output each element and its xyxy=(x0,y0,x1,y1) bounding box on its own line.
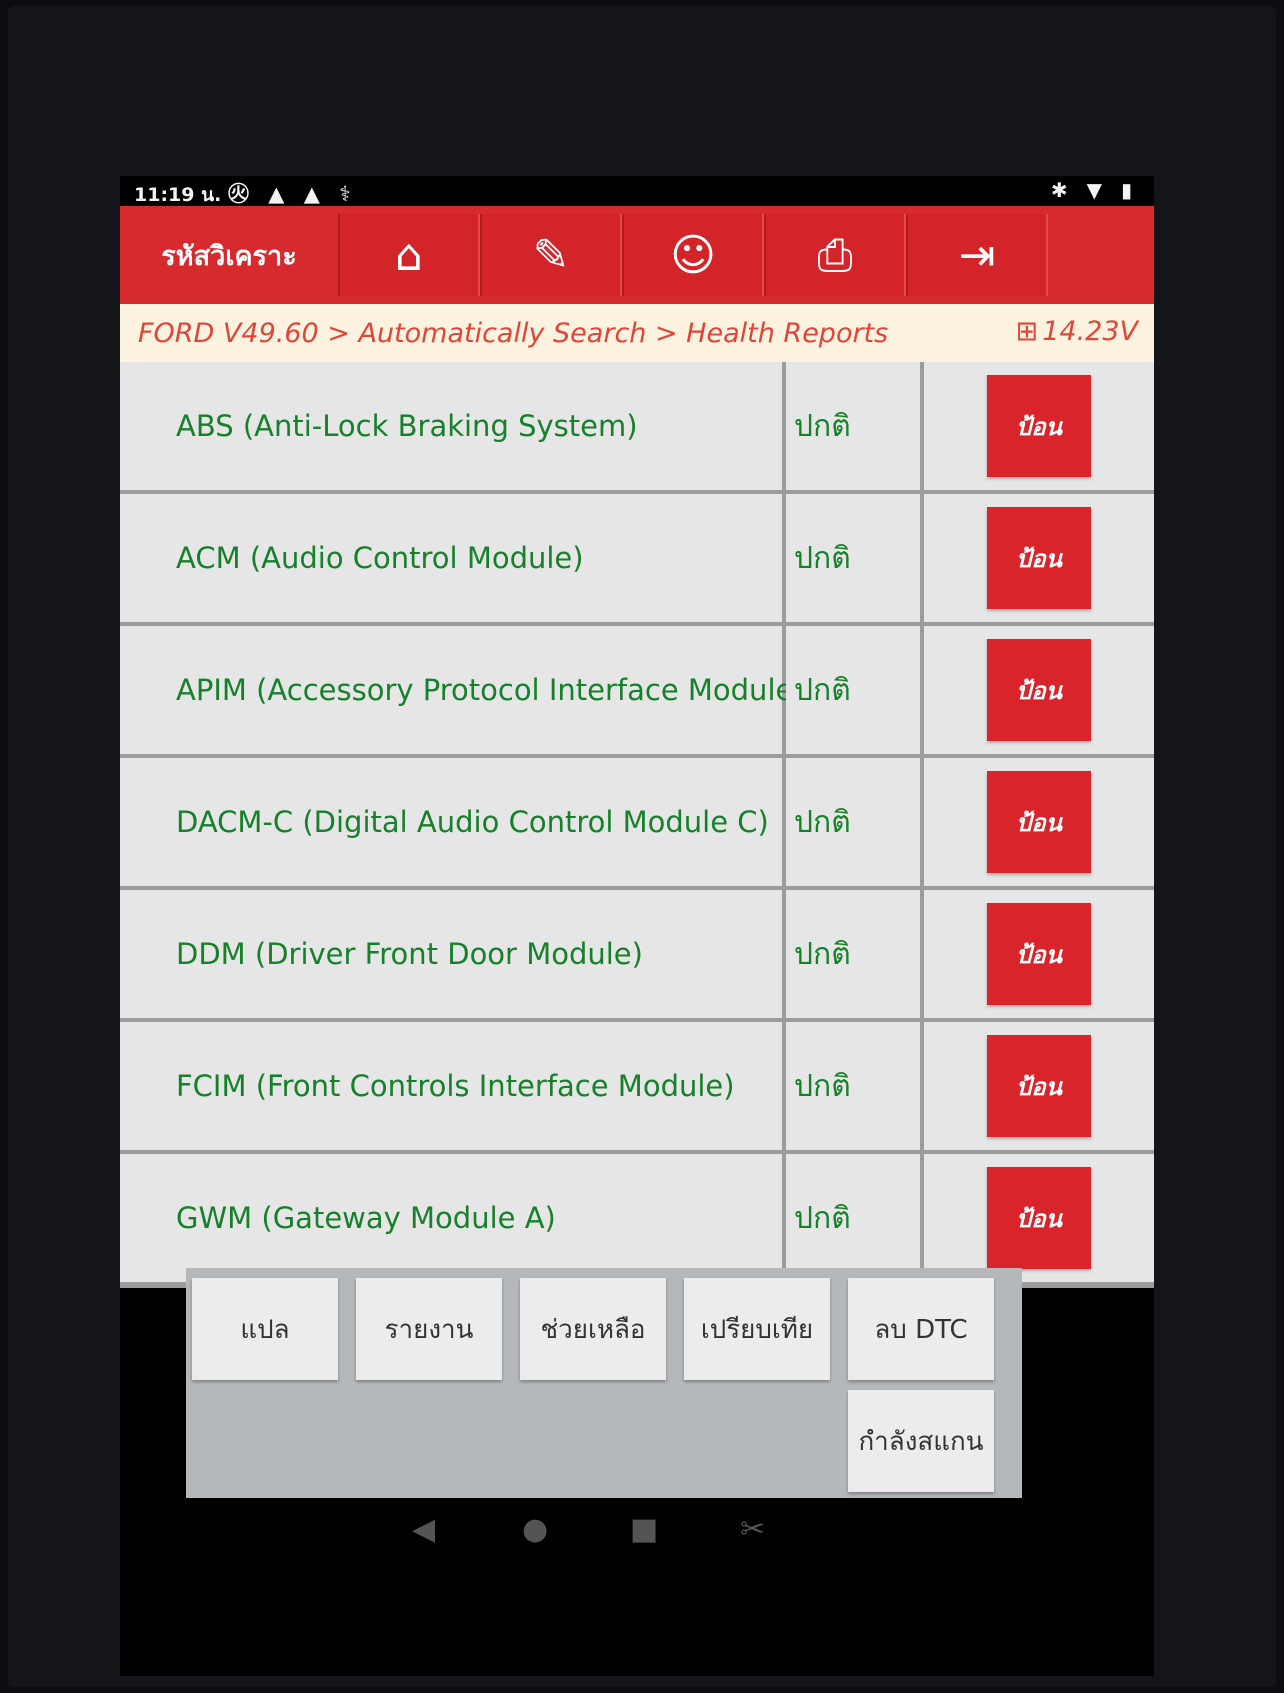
recents-icon[interactable]: ■ xyxy=(630,1512,658,1547)
module-name: ABS (Anti-Lock Braking System) xyxy=(176,409,638,443)
table-row: ACM (Audio Control Module) ปกติ ป้อน xyxy=(120,494,1154,626)
enter-button[interactable]: ป้อน xyxy=(987,1035,1091,1137)
home-button[interactable]: ⌂ xyxy=(338,214,480,296)
module-status: ปกติ xyxy=(794,1200,851,1236)
module-status: ปกติ xyxy=(794,1068,851,1104)
edit-button[interactable]: ✎ xyxy=(480,214,622,296)
tablet-frame: 11:19 น. ㊋ ▲ ▲ ⚕ ✱ ▼ ▮ รหัสวิเคราะ ⌂ ✎ ☺… xyxy=(8,6,1276,1687)
module-name: DDM (Driver Front Door Module) xyxy=(176,937,643,971)
enter-button[interactable]: ป้อน xyxy=(987,639,1091,741)
enter-button[interactable]: ป้อน xyxy=(987,375,1091,477)
breadcrumb-bar: FORD V49.60 > Automatically Search > Hea… xyxy=(120,304,1154,362)
table-row: FCIM (Front Controls Interface Module) ป… xyxy=(120,1022,1154,1154)
translate-button[interactable]: แปล xyxy=(192,1278,338,1380)
exit-button[interactable]: ⇥ xyxy=(906,214,1048,296)
module-name: ACM (Audio Control Module) xyxy=(176,541,584,575)
module-name: APIM (Accessory Protocol Interface Modul… xyxy=(176,673,805,707)
table-row: APIM (Accessory Protocol Interface Modul… xyxy=(120,626,1154,758)
module-status: ปกติ xyxy=(794,936,851,972)
module-status: ปกติ xyxy=(794,672,851,708)
voltage-value: 14.23V xyxy=(1042,316,1138,347)
module-status: ปกติ xyxy=(794,804,851,840)
clear-dtc-button[interactable]: ลบ DTC xyxy=(848,1278,994,1380)
table-row: DACM-C (Digital Audio Control Module C) … xyxy=(120,758,1154,890)
home-icon: ⌂ xyxy=(395,229,423,281)
exit-icon: ⇥ xyxy=(958,229,996,281)
battery-icon: ⊞ xyxy=(1015,316,1039,347)
module-status: ปกติ xyxy=(794,408,851,444)
notification-icons: ㊋ ▲ ▲ ⚕ xyxy=(228,182,357,206)
screenshot-icon[interactable]: ✂ xyxy=(740,1512,765,1547)
android-nav-bar: ◀ ● ■ ✂ xyxy=(120,1498,1154,1568)
module-status: ปกติ xyxy=(794,540,851,576)
report-button[interactable]: รายงาน xyxy=(356,1278,502,1380)
function-panel: แปล รายงาน ช่วยเหลือ เปรียบเทีย ลบ DTC ก… xyxy=(186,1268,1022,1498)
enter-button[interactable]: ป้อน xyxy=(987,903,1091,1005)
enter-button[interactable]: ป้อน xyxy=(987,771,1091,873)
edit-icon: ✎ xyxy=(532,229,570,281)
module-list: ABS (Anti-Lock Braking System) ปกติ ป้อน… xyxy=(120,362,1154,1288)
scanning-button[interactable]: กำลังสแกน xyxy=(848,1390,994,1492)
table-row: DDM (Driver Front Door Module) ปกติ ป้อน xyxy=(120,890,1154,1022)
enter-button[interactable]: ป้อน xyxy=(987,507,1091,609)
system-icons: ✱ ▼ ▮ xyxy=(1050,178,1138,202)
app-header: รหัสวิเคราะ ⌂ ✎ ☺ ⎙ ⇥ xyxy=(120,206,1154,304)
print-icon: ⎙ xyxy=(817,229,853,281)
back-icon[interactable]: ◀ xyxy=(412,1512,435,1547)
enter-button[interactable]: ป้อน xyxy=(987,1167,1091,1269)
home-nav-icon[interactable]: ● xyxy=(522,1512,548,1547)
module-name: DACM-C (Digital Audio Control Module C) xyxy=(176,805,769,839)
table-row: ABS (Anti-Lock Braking System) ปกติ ป้อน xyxy=(120,362,1154,494)
module-name: FCIM (Front Controls Interface Module) xyxy=(176,1069,735,1103)
breadcrumb: FORD V49.60 > Automatically Search > Hea… xyxy=(138,318,889,349)
voltage-readout: ⊞ 14.23V xyxy=(1016,316,1138,347)
module-name: GWM (Gateway Module A) xyxy=(176,1201,556,1235)
support-icon: ☺ xyxy=(670,229,716,281)
compare-button[interactable]: เปรียบเทีย xyxy=(684,1278,830,1380)
print-button[interactable]: ⎙ xyxy=(764,214,906,296)
table-row: GWM (Gateway Module A) ปกติ ป้อน xyxy=(120,1154,1154,1286)
help-button[interactable]: ช่วยเหลือ xyxy=(520,1278,666,1380)
screen: 11:19 น. ㊋ ▲ ▲ ⚕ ✱ ▼ ▮ รหัสวิเคราะ ⌂ ✎ ☺… xyxy=(120,176,1154,1676)
status-bar: 11:19 น. ㊋ ▲ ▲ ⚕ ✱ ▼ ▮ xyxy=(120,176,1154,206)
support-button[interactable]: ☺ xyxy=(622,214,764,296)
page-title: รหัสวิเคราะ xyxy=(161,240,297,272)
